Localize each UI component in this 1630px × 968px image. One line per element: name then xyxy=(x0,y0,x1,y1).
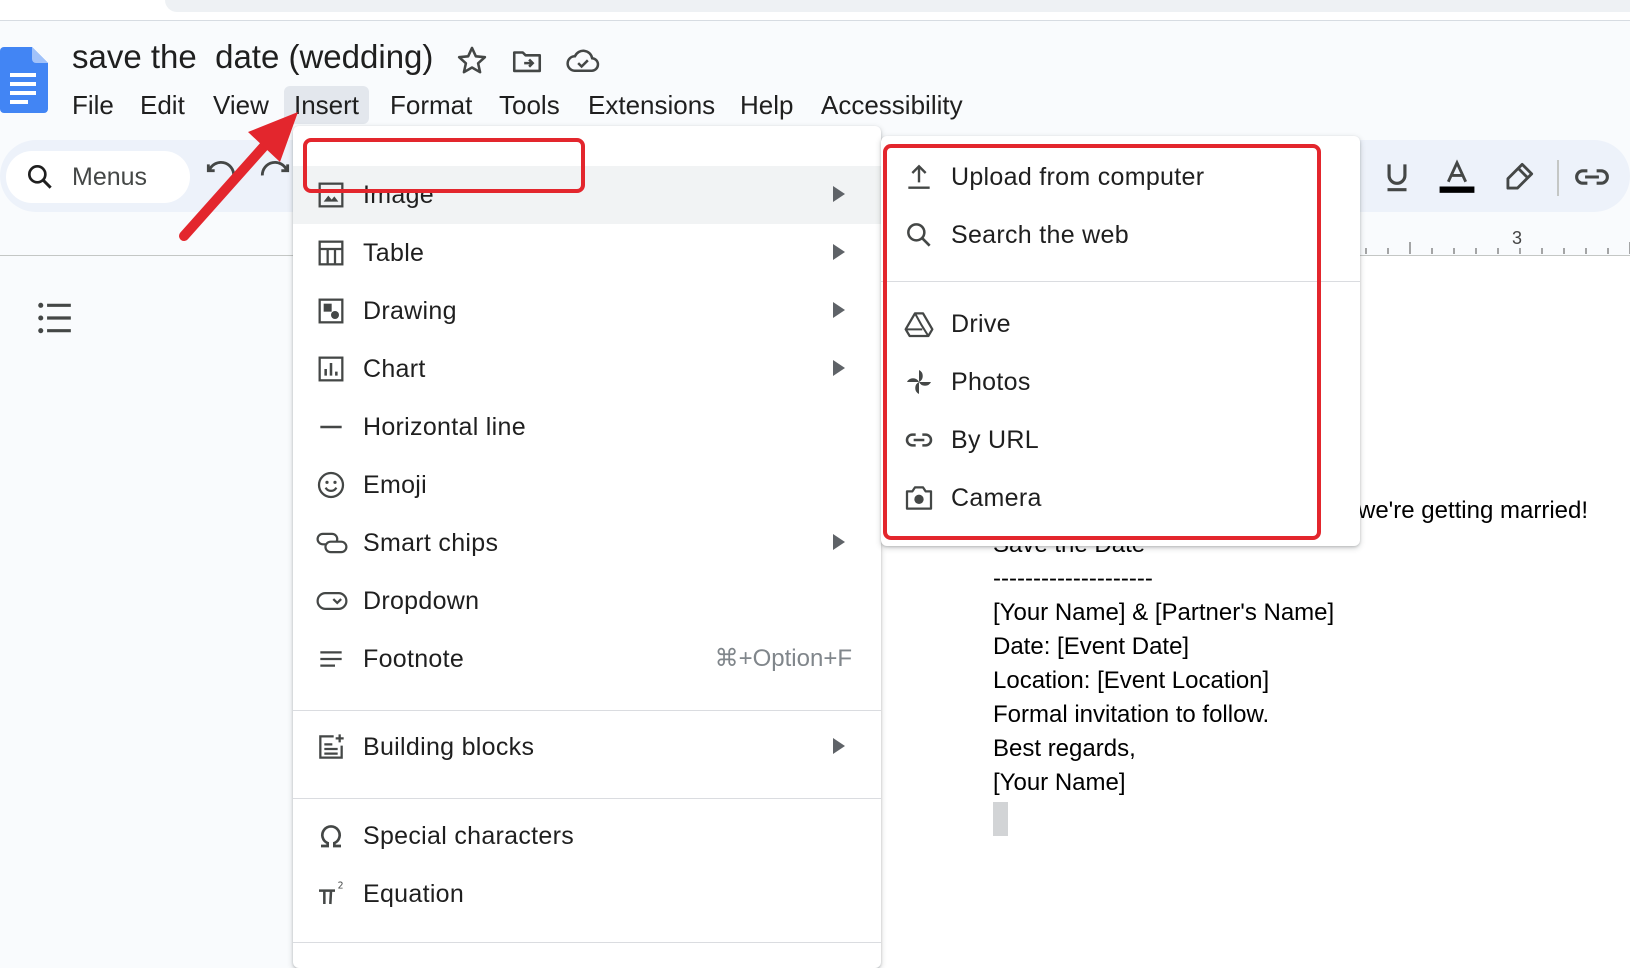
menu-extensions[interactable]: Extensions xyxy=(578,86,725,124)
text-color-icon[interactable] xyxy=(1436,158,1475,196)
annotation-arrow-icon xyxy=(170,100,310,250)
doc-line-location: Location: [Event Location] xyxy=(993,667,1270,694)
drawing-icon xyxy=(315,295,347,327)
insert-drawing-label: Drawing xyxy=(363,297,457,325)
insert-building-blocks-item[interactable]: Building blocks xyxy=(293,718,881,776)
insert-chart-item[interactable]: Chart xyxy=(293,340,881,398)
insert-watermark-label: Watermark xyxy=(363,952,487,968)
insert-special-characters-item[interactable]: Special characters xyxy=(293,807,881,865)
insert-watermark-item[interactable]: Watermark xyxy=(293,952,881,968)
browser-tab-strip xyxy=(0,0,1630,21)
menu-separator xyxy=(293,798,881,799)
doc-line-names: [Your Name] & [Partner's Name] xyxy=(993,599,1335,626)
insert-footnote-label: Footnote xyxy=(363,645,465,673)
table-icon xyxy=(315,237,347,269)
insert-chart-label: Chart xyxy=(363,355,426,383)
emoji-icon xyxy=(315,469,347,501)
submenu-arrow-icon xyxy=(833,360,845,376)
insert-special-characters-label: Special characters xyxy=(363,822,575,850)
smart-chips-icon xyxy=(315,527,348,559)
insert-menu: Image Table Drawing Chart Horizontal lin… xyxy=(293,126,881,968)
menu-tools[interactable]: Tools xyxy=(489,86,570,124)
submenu-arrow-icon xyxy=(833,302,845,318)
insert-emoji-item[interactable]: Emoji xyxy=(293,456,881,514)
toolbar-divider xyxy=(1557,160,1559,196)
chart-icon xyxy=(315,353,347,385)
horizontal-line-icon xyxy=(315,411,347,443)
insert-equation-label: Equation xyxy=(363,880,465,908)
menu-accessibility[interactable]: Accessibility xyxy=(811,86,973,124)
doc-line-regards: Best regards, xyxy=(993,735,1136,762)
highlight-pen-icon[interactable] xyxy=(1500,158,1538,196)
submenu-arrow-icon xyxy=(833,244,845,260)
submenu-arrow-icon xyxy=(833,534,845,550)
insert-link-icon[interactable] xyxy=(1572,158,1610,196)
building-blocks-icon xyxy=(315,731,347,763)
insert-drawing-item[interactable]: Drawing xyxy=(293,282,881,340)
move-to-folder-icon[interactable] xyxy=(510,44,544,78)
image-submenu-highlight-box xyxy=(883,144,1321,540)
doc-line-date: Date: [Event Date] xyxy=(993,633,1190,660)
menu-format[interactable]: Format xyxy=(380,86,482,124)
insert-footnote-item[interactable]: Footnote ⌘+Option+F xyxy=(293,630,881,688)
dropdown-icon xyxy=(315,585,348,617)
underline-icon[interactable] xyxy=(1378,158,1416,196)
text-cursor xyxy=(993,802,1008,836)
insert-building-blocks-label: Building blocks xyxy=(363,733,535,761)
insert-horizontal-line-item[interactable]: Horizontal line xyxy=(293,398,881,456)
doc-line-getting-married: we're getting married! xyxy=(1358,497,1589,524)
omega-icon xyxy=(315,820,347,852)
footnote-shortcut: ⌘+Option+F xyxy=(714,645,852,672)
insert-horizontal-line-label: Horizontal line xyxy=(363,413,526,441)
insert-dropdown-label: Dropdown xyxy=(363,587,480,615)
insert-equation-item[interactable]: 2 Equation xyxy=(293,865,881,923)
docs-logo-icon[interactable] xyxy=(0,47,48,113)
menu-help[interactable]: Help xyxy=(730,86,803,124)
ruler-number: 3 xyxy=(1512,228,1523,248)
svg-text:2: 2 xyxy=(338,881,344,892)
footnote-icon xyxy=(315,643,347,675)
star-icon[interactable] xyxy=(455,44,489,78)
image-item-highlight-box xyxy=(303,138,585,193)
document-outline-icon[interactable] xyxy=(36,300,74,336)
document-title[interactable]: save the date (wedding) xyxy=(72,38,433,76)
menu-separator xyxy=(293,710,881,711)
insert-table-label: Table xyxy=(363,239,425,267)
cloud-saved-icon[interactable] xyxy=(565,44,600,78)
submenu-arrow-icon xyxy=(833,186,845,202)
doc-line-divider: -------------------- xyxy=(993,565,1153,592)
insert-smart-chips-item[interactable]: Smart chips xyxy=(293,514,881,572)
menu-separator xyxy=(293,942,881,943)
doc-line-signature: [Your Name] xyxy=(993,769,1126,796)
insert-emoji-label: Emoji xyxy=(363,471,428,499)
doc-line-invitation: Formal invitation to follow. xyxy=(993,701,1270,728)
insert-table-item[interactable]: Table xyxy=(293,224,881,282)
horizontal-ruler[interactable] xyxy=(1340,228,1630,256)
insert-smart-chips-label: Smart chips xyxy=(363,529,499,557)
insert-dropdown-item[interactable]: Dropdown xyxy=(293,572,881,630)
search-icon xyxy=(24,161,56,193)
search-menus-label: Menus xyxy=(72,163,148,191)
pi-icon: 2 xyxy=(315,878,347,910)
menu-file[interactable]: File xyxy=(62,86,124,124)
submenu-arrow-icon xyxy=(833,738,845,754)
